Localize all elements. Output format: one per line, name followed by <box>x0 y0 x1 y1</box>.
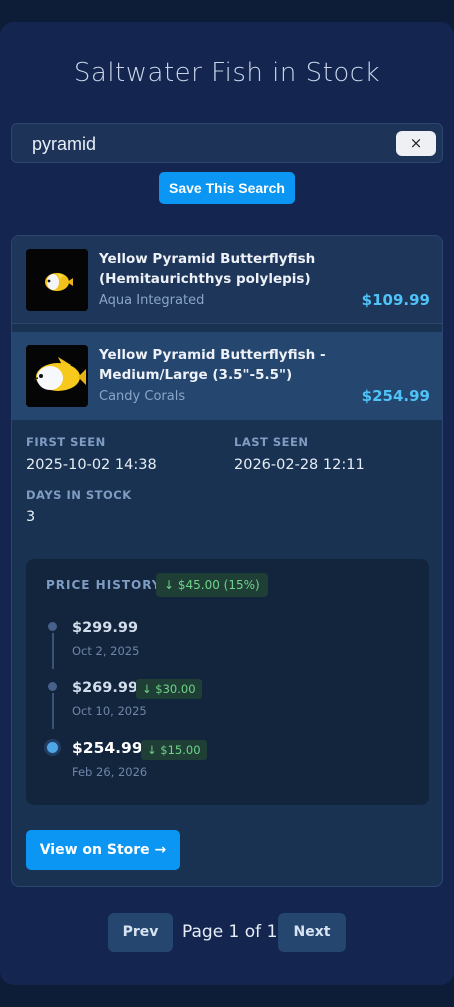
results-list: Yellow Pyramid Butterflyfish (Hemitauric… <box>11 235 443 887</box>
history-date: Oct 2, 2025 <box>72 644 140 658</box>
history-date: Oct 10, 2025 <box>72 704 147 718</box>
total-drop-badge: ↓ $45.00 (15%) <box>156 573 268 597</box>
prev-page-button[interactable]: Prev <box>108 913 173 952</box>
search-input[interactable] <box>32 132 372 156</box>
history-line <box>51 633 54 669</box>
fish-thumbnail <box>26 249 88 311</box>
price-history: PRICE HISTORY ↓ $45.00 (15%) $299.99 Oct… <box>26 559 429 805</box>
item-name: Yellow Pyramid Butterflyfish - Medium/La… <box>99 347 326 383</box>
next-page-button[interactable]: Next <box>278 913 346 952</box>
clear-search-button[interactable]: × <box>396 131 436 156</box>
first-seen-value: 2025-10-02 14:38 <box>26 457 157 473</box>
history-change-badge: ↓ $15.00 <box>141 740 207 760</box>
item-store: Aqua Integrated <box>99 293 205 308</box>
history-dot <box>48 622 57 631</box>
fish-image <box>26 249 88 311</box>
history-line <box>51 693 54 729</box>
page-title: Saltwater Fish in Stock <box>73 58 381 88</box>
history-price: $269.99 <box>72 680 139 696</box>
last-seen-value: 2026-02-28 12:11 <box>234 457 365 473</box>
history-dot-current <box>47 742 58 753</box>
history-price-current: $254.99 <box>72 739 143 757</box>
save-search-button[interactable]: Save This Search <box>159 172 295 204</box>
history-date: Feb 26, 2026 <box>72 765 148 779</box>
item-price: $254.99 <box>361 387 430 405</box>
list-item[interactable]: Yellow Pyramid Butterflyfish (Hemitauric… <box>12 236 442 324</box>
price-history-title: PRICE HISTORY <box>46 578 162 592</box>
history-dot <box>48 682 57 691</box>
item-price: $109.99 <box>361 291 430 309</box>
history-change-badge: ↓ $30.00 <box>136 679 202 699</box>
page-info: Page 1 of 1 <box>182 922 278 942</box>
list-item-selected[interactable]: Yellow Pyramid Butterflyfish - Medium/La… <box>12 332 442 420</box>
search-bar: × <box>11 123 443 163</box>
item-name: Yellow Pyramid Butterflyfish (Hemitauric… <box>99 251 316 287</box>
fish-thumbnail <box>26 345 88 407</box>
last-seen-label: LAST SEEN <box>234 435 309 449</box>
days-in-stock-label: DAYS IN STOCK <box>26 488 132 502</box>
fish-image <box>26 345 88 407</box>
first-seen-label: FIRST SEEN <box>26 435 106 449</box>
history-price: $299.99 <box>72 620 139 636</box>
days-in-stock-value: 3 <box>26 509 36 525</box>
item-store: Candy Corals <box>99 389 186 404</box>
view-on-store-button[interactable]: View on Store → <box>26 830 180 870</box>
